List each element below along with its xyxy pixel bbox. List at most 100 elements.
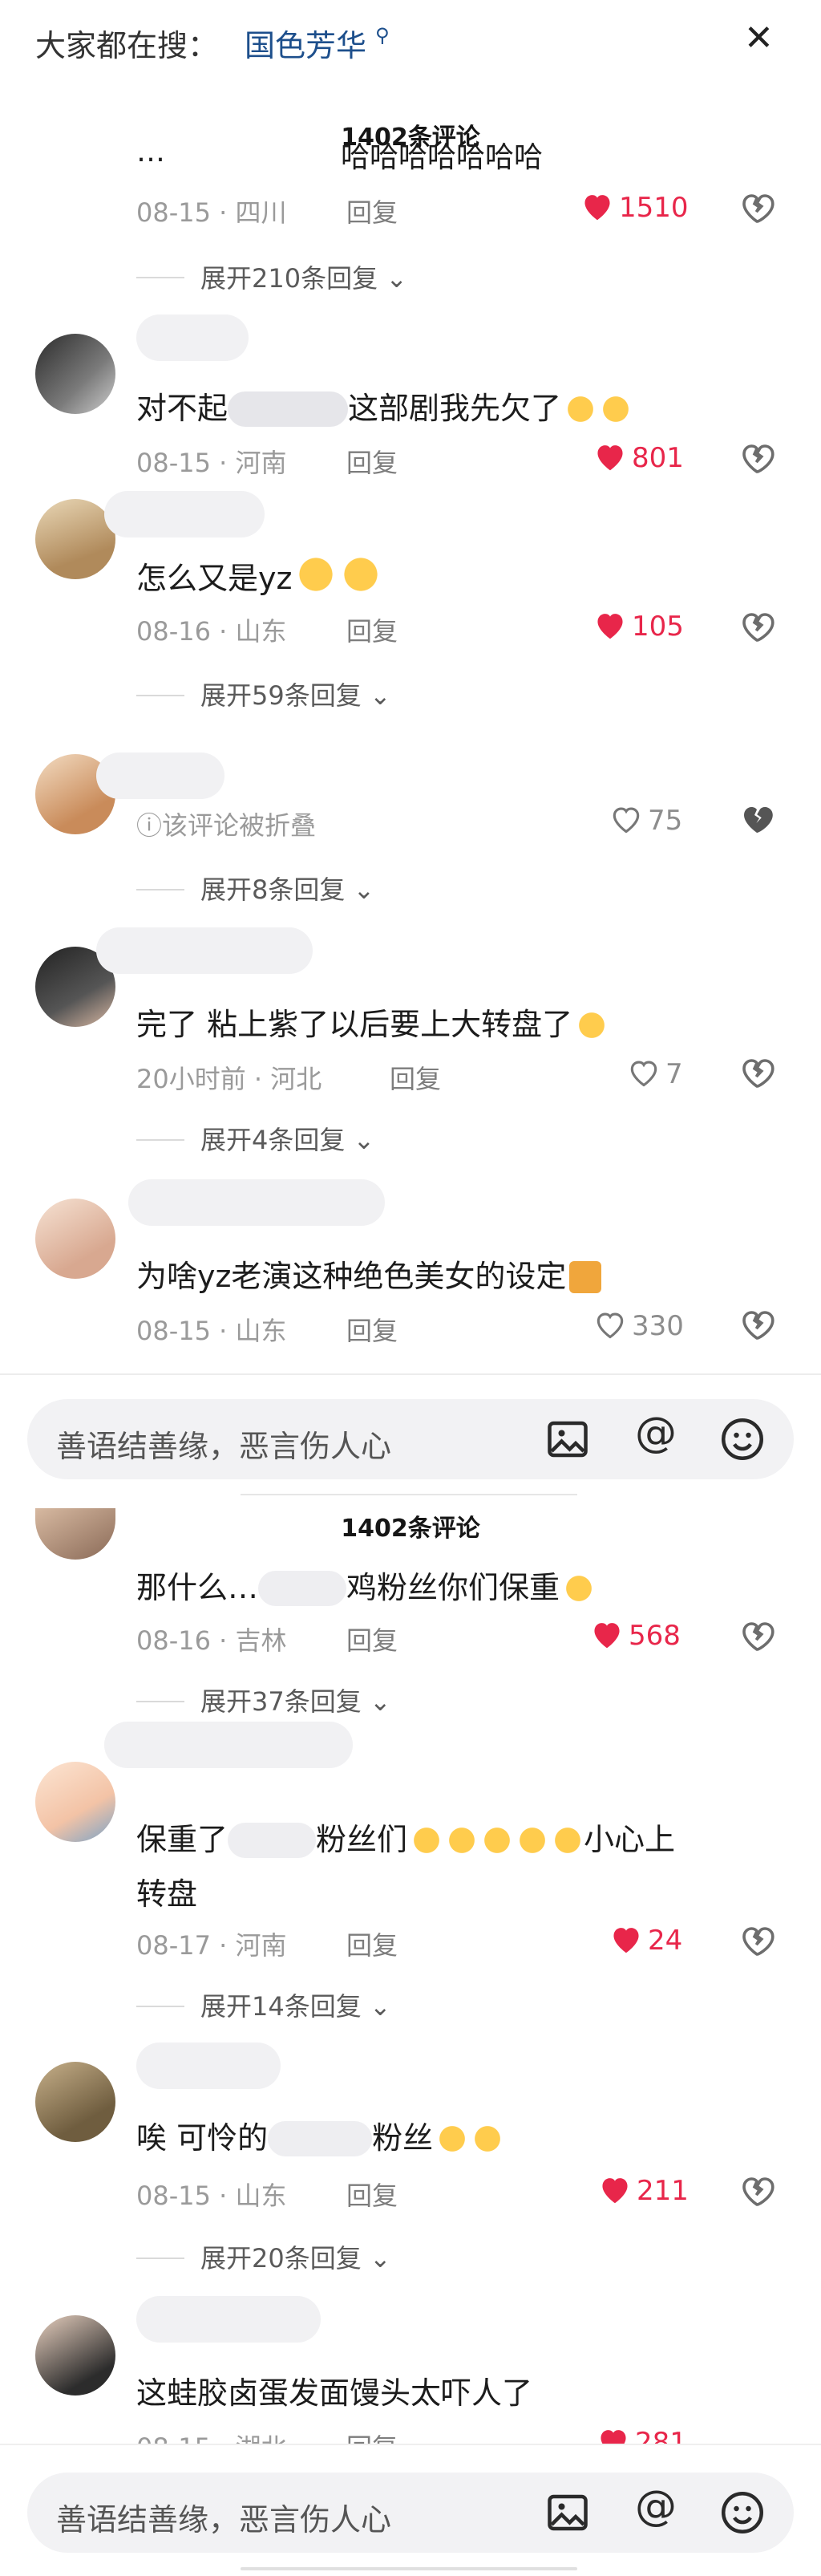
like-button[interactable]: 801	[593, 441, 684, 474]
like-count: 105	[632, 611, 684, 643]
like-count: 7	[665, 1058, 683, 1090]
avatar[interactable]	[35, 2315, 115, 2395]
expand-replies[interactable]: 展开37条回复 ⌄	[200, 1681, 391, 1718]
mention-icon[interactable]: @	[635, 2482, 677, 2530]
broken-heart-icon	[742, 1927, 774, 1956]
blurred-text	[228, 391, 349, 427]
comment-meta: 08-17 · 河南	[136, 1930, 287, 1961]
search-icon: ⚲	[375, 24, 390, 47]
fingers-crossed-emoji	[552, 1824, 584, 1856]
blurred-text	[228, 1823, 317, 1858]
like-button[interactable]: 105	[593, 610, 684, 643]
search-term-link[interactable]: 国色芳华	[245, 21, 366, 65]
reply-button[interactable]: 回复	[390, 1059, 441, 1096]
blurred-username	[96, 753, 224, 799]
dislike-button[interactable]	[738, 801, 776, 842]
comment-text: 怎么又是yz	[136, 554, 382, 598]
like-count: 24	[648, 1925, 683, 1957]
dislike-button[interactable]	[738, 2172, 776, 2214]
search-suggest-bar[interactable]: 大家都在搜： 国色芳华 ⚲ ✕	[0, 0, 821, 80]
like-count: 568	[629, 1620, 681, 1652]
heart-filled-icon	[597, 614, 623, 639]
cat-emoji	[569, 1261, 602, 1293]
like-button[interactable]: 568	[590, 1619, 681, 1652]
broken-heart-icon	[742, 2177, 774, 2206]
comment-text: 为啥yz老演这种绝色美女的设定	[136, 1251, 602, 1296]
avatar[interactable]	[35, 1762, 115, 1842]
comment-input-bar[interactable]: 善语结善缘，恶言伤人心 @	[27, 2473, 794, 2553]
image-icon[interactable]	[544, 1415, 592, 1463]
like-button[interactable]: 330	[593, 1309, 684, 1342]
comment-meta: 20小时前 · 河北	[136, 1064, 322, 1094]
blurred-username	[104, 491, 265, 538]
expand-replies[interactable]: 展开20条回复 ⌄	[200, 2238, 391, 2275]
dislike-button[interactable]	[738, 1922, 776, 1964]
expand-replies[interactable]: 展开8条回复 ⌄	[200, 870, 374, 907]
like-button[interactable]: 211	[598, 2174, 689, 2207]
comment-meta: 08-15 · 山东	[136, 2180, 287, 2211]
heart-outline-icon	[613, 807, 640, 834]
fingers-crossed-emoji	[564, 393, 597, 425]
blurred-username	[96, 927, 313, 974]
comment-text: 这蛙胶卤蛋发面馒头太吓人了	[136, 2375, 533, 2411]
reply-button[interactable]: 回复	[346, 193, 398, 229]
broken-heart-icon	[742, 194, 774, 223]
image-icon[interactable]	[544, 2489, 592, 2537]
like-count: 75	[648, 805, 683, 837]
dislike-button[interactable]	[738, 189, 776, 231]
expand-replies[interactable]: 展开14条回复 ⌄	[200, 1986, 391, 2023]
like-button[interactable]: 24	[609, 1924, 682, 1957]
dislike-button[interactable]	[738, 1617, 776, 1659]
heart-filled-icon	[584, 195, 610, 221]
partial-comment-text: 哈哈哈哈哈哈哈	[341, 141, 544, 174]
dislike-button[interactable]	[738, 1306, 776, 1348]
reply-button[interactable]: 回复	[346, 1925, 398, 1962]
avatar[interactable]	[35, 334, 115, 414]
emoji-icon[interactable]	[718, 1415, 766, 1463]
close-icon[interactable]: ✕	[744, 18, 774, 59]
expand-replies[interactable]: 展开210条回复 ⌄	[200, 258, 407, 295]
like-count: 330	[632, 1310, 684, 1342]
comment-input-bar[interactable]: 善语结善缘，恶言伤人心 @	[27, 1399, 794, 1479]
heart-filled-icon	[597, 445, 623, 471]
comment-input-placeholder: 善语结善缘，恶言伤人心	[56, 1429, 392, 1464]
heart-filled-icon	[594, 1623, 620, 1649]
partial-comment: … 哈哈哈哈哈哈哈	[136, 136, 544, 174]
dislike-button[interactable]	[738, 1054, 776, 1096]
like-button[interactable]: 75	[609, 804, 682, 837]
mention-icon[interactable]: @	[635, 1409, 677, 1457]
blurred-username	[104, 1722, 353, 1768]
expand-replies[interactable]: 展开4条回复 ⌄	[200, 1120, 374, 1157]
reply-button[interactable]: 回复	[346, 1311, 398, 1348]
reply-button[interactable]: 回复	[346, 1621, 398, 1657]
avatar[interactable]	[35, 2062, 115, 2142]
fingers-crossed-emoji	[516, 1824, 549, 1856]
comment-meta: 08-16 · 吉林	[136, 1625, 287, 1656]
comment-meta: 08-16 · 山东	[136, 616, 287, 647]
crying-face-emoji	[576, 1009, 609, 1041]
search-prefix: 大家都在搜：	[35, 28, 219, 63]
comment-text: 那什么… 鸡粉丝你们保重	[136, 1563, 596, 1607]
comment-text: 保重了 粉丝们 小心上	[136, 1822, 676, 1858]
dislike-button[interactable]	[738, 440, 776, 481]
avatar[interactable]	[35, 1508, 115, 1560]
broken-heart-filled-icon	[744, 807, 773, 833]
comment-text: 完了 粘上紫了以后要上大转盘了	[136, 1000, 609, 1044]
heart-outline-icon	[630, 1061, 657, 1087]
reply-button[interactable]: 回复	[346, 611, 398, 648]
heart-filled-icon	[602, 2178, 628, 2204]
cool-face-emoji	[340, 554, 382, 595]
comment-text-line2: 转盘	[136, 1876, 198, 1912]
emoji-icon[interactable]	[718, 2489, 766, 2537]
like-count: 801	[632, 442, 684, 474]
like-button[interactable]: 7	[627, 1057, 683, 1090]
reply-button[interactable]: 回复	[346, 443, 398, 480]
reply-button[interactable]: 回复	[346, 2176, 398, 2213]
avatar[interactable]	[35, 1199, 115, 1279]
dislike-button[interactable]	[738, 608, 776, 650]
expand-replies[interactable]: 展开59条回复 ⌄	[200, 675, 391, 712]
ok-hand-emoji	[600, 393, 633, 425]
like-button[interactable]: 1510	[580, 191, 689, 224]
avatar[interactable]	[35, 499, 115, 579]
broken-heart-icon	[742, 613, 774, 642]
